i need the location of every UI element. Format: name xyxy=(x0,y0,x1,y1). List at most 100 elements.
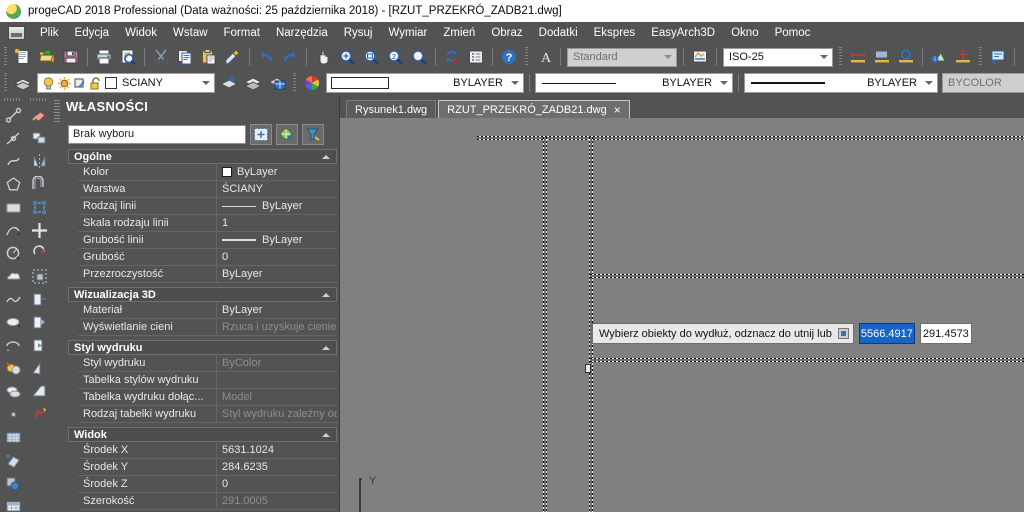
menu-item-easyarch3d[interactable]: EasyArch3D xyxy=(643,24,723,42)
rectangle-icon[interactable] xyxy=(1,196,25,219)
property-row[interactable]: Szerokość 291.0005 xyxy=(78,493,337,510)
help-icon[interactable]: ? xyxy=(498,46,520,68)
unlocked-padlock-icon[interactable] xyxy=(89,76,103,91)
layer-color-swatch-icon[interactable] xyxy=(105,77,117,89)
collapse-caret-icon[interactable] xyxy=(322,346,330,350)
document-tab-rzut-przekro[interactable]: RZUT_PRZEKRÓ_ZADB21.dwg × xyxy=(438,100,630,118)
arc-icon[interactable] xyxy=(1,219,25,242)
erase-icon[interactable] xyxy=(27,104,51,127)
draw-toolbar-grip-icon[interactable] xyxy=(4,97,22,103)
collapse-caret-icon[interactable] xyxy=(322,155,330,159)
explode-icon[interactable] xyxy=(27,403,51,426)
selection-combo[interactable]: Brak wyboru xyxy=(68,124,246,144)
hatch-icon[interactable] xyxy=(1,426,25,449)
lineweight-combo[interactable]: BYLAYER xyxy=(744,73,938,93)
chevron-down-icon[interactable] xyxy=(921,74,937,92)
dimension-info-icon[interactable]: i xyxy=(928,46,950,68)
property-row[interactable]: Środek X 5631.1024 xyxy=(78,442,337,459)
spline-icon[interactable] xyxy=(1,288,25,311)
gradient-icon[interactable] xyxy=(1,449,25,472)
zoom-window-icon[interactable] xyxy=(336,46,358,68)
menu-item-narzedzia[interactable]: Narzędzia xyxy=(268,24,336,42)
linetype-combo[interactable]: BYLAYER xyxy=(535,73,733,93)
elliptical-arc-icon[interactable] xyxy=(1,334,25,357)
menu-item-dodatki[interactable]: Dodatki xyxy=(531,24,586,42)
dimension-style-icon[interactable] xyxy=(689,46,711,68)
document-tab-rysunek1[interactable]: Rysunek1.dwg xyxy=(346,100,437,118)
break-icon[interactable] xyxy=(27,380,51,403)
stretch-icon[interactable] xyxy=(27,288,51,311)
text-style-combo[interactable]: Standard xyxy=(567,47,677,67)
polyline-icon[interactable] xyxy=(1,150,25,173)
zoom-realtime-icon[interactable] xyxy=(408,46,430,68)
properties-group-header[interactable]: Widok xyxy=(68,427,337,442)
plotstyle-combo[interactable]: BYCOLOR xyxy=(942,73,1024,93)
object-color-combo[interactable]: BYLAYER xyxy=(326,73,524,93)
offset-icon[interactable] xyxy=(27,173,51,196)
layer-copy-icon[interactable] xyxy=(242,72,264,94)
props-toolbar-grip-icon[interactable] xyxy=(291,73,298,93)
copy-icon[interactable] xyxy=(174,46,196,68)
freeze-viewport-icon[interactable] xyxy=(73,76,88,91)
quick-select-icon[interactable] xyxy=(250,123,272,145)
chevron-down-icon[interactable] xyxy=(816,49,832,66)
match-properties-icon[interactable] xyxy=(222,46,244,68)
property-value[interactable]: 0 xyxy=(217,249,337,265)
property-row[interactable]: Rodzaj linii ByLayer xyxy=(78,198,337,215)
leader-icon[interactable] xyxy=(1020,46,1024,68)
chevron-down-icon[interactable] xyxy=(660,49,676,66)
layer-table-icon[interactable] xyxy=(266,72,288,94)
property-row[interactable]: Kolor ByLayer xyxy=(78,164,337,181)
property-value[interactable]: ByLayer xyxy=(217,266,337,282)
property-value[interactable]: 284.6235 xyxy=(217,459,337,475)
break-at-point-icon[interactable] xyxy=(27,357,51,380)
chevron-down-icon[interactable] xyxy=(716,74,732,92)
pan-icon[interactable] xyxy=(312,46,334,68)
point-icon[interactable] xyxy=(1,403,25,426)
close-tab-icon[interactable]: × xyxy=(614,104,621,116)
cut-icon[interactable] xyxy=(150,46,172,68)
revision-cloud-icon[interactable] xyxy=(1,265,25,288)
save-file-icon[interactable] xyxy=(60,46,82,68)
layer-previous-icon[interactable] xyxy=(218,72,240,94)
ellipse-icon[interactable] xyxy=(1,311,25,334)
menu-item-pomoc[interactable]: Pomoc xyxy=(767,24,819,42)
quick-filter-icon[interactable] xyxy=(302,123,324,145)
chevron-down-icon[interactable] xyxy=(198,74,214,92)
scale-icon[interactable] xyxy=(27,265,51,288)
properties-group-header[interactable]: Ogólne xyxy=(68,149,337,164)
region-icon[interactable] xyxy=(1,472,25,495)
property-value[interactable]: 0 xyxy=(217,476,337,492)
trim-icon[interactable] xyxy=(27,311,51,334)
properties-group-header[interactable]: Styl wydruku xyxy=(68,340,337,355)
select-objects-icon[interactable] xyxy=(276,123,298,145)
print-preview-icon[interactable] xyxy=(117,46,139,68)
toolbar-grip-icon-2[interactable] xyxy=(523,47,530,67)
make-block-icon[interactable] xyxy=(1,380,25,403)
new-file-icon[interactable] xyxy=(12,46,34,68)
property-value[interactable]: 5631.1024 xyxy=(217,442,337,458)
dimension-linear-icon[interactable] xyxy=(847,46,869,68)
layer-manager-icon[interactable] xyxy=(12,72,34,94)
menu-item-rysuj[interactable]: Rysuj xyxy=(336,24,381,42)
property-row[interactable]: Rodzaj tabelki wydruku Styl wydruku zale… xyxy=(78,406,337,423)
property-row[interactable]: Skala rodzaju linii 1 xyxy=(78,215,337,232)
property-row[interactable]: Grubość 0 xyxy=(78,249,337,266)
property-value-cell[interactable]: ByLayer xyxy=(217,232,337,248)
array-icon[interactable] xyxy=(27,196,51,219)
property-row[interactable]: Wyświetlanie cieni Rzuca i uzyskuje cien… xyxy=(78,319,337,336)
polygon-icon[interactable] xyxy=(1,173,25,196)
collapse-caret-icon[interactable] xyxy=(322,433,330,437)
open-file-icon[interactable] xyxy=(36,46,58,68)
dwg-document-icon[interactable] xyxy=(8,26,25,40)
mirror-icon[interactable] xyxy=(27,150,51,173)
dimension-center-icon[interactable] xyxy=(952,46,974,68)
property-row[interactable]: Tabelka stylów wydruku xyxy=(78,372,337,389)
property-row[interactable]: Warstwa ŚCIANY xyxy=(78,181,337,198)
toolbar-grip-icon[interactable] xyxy=(2,47,9,67)
table-icon[interactable] xyxy=(1,495,25,512)
redo-icon[interactable] xyxy=(279,46,301,68)
circle-icon[interactable] xyxy=(1,242,25,265)
copy-object-icon[interactable] xyxy=(27,127,51,150)
chevron-down-icon[interactable] xyxy=(507,74,523,92)
